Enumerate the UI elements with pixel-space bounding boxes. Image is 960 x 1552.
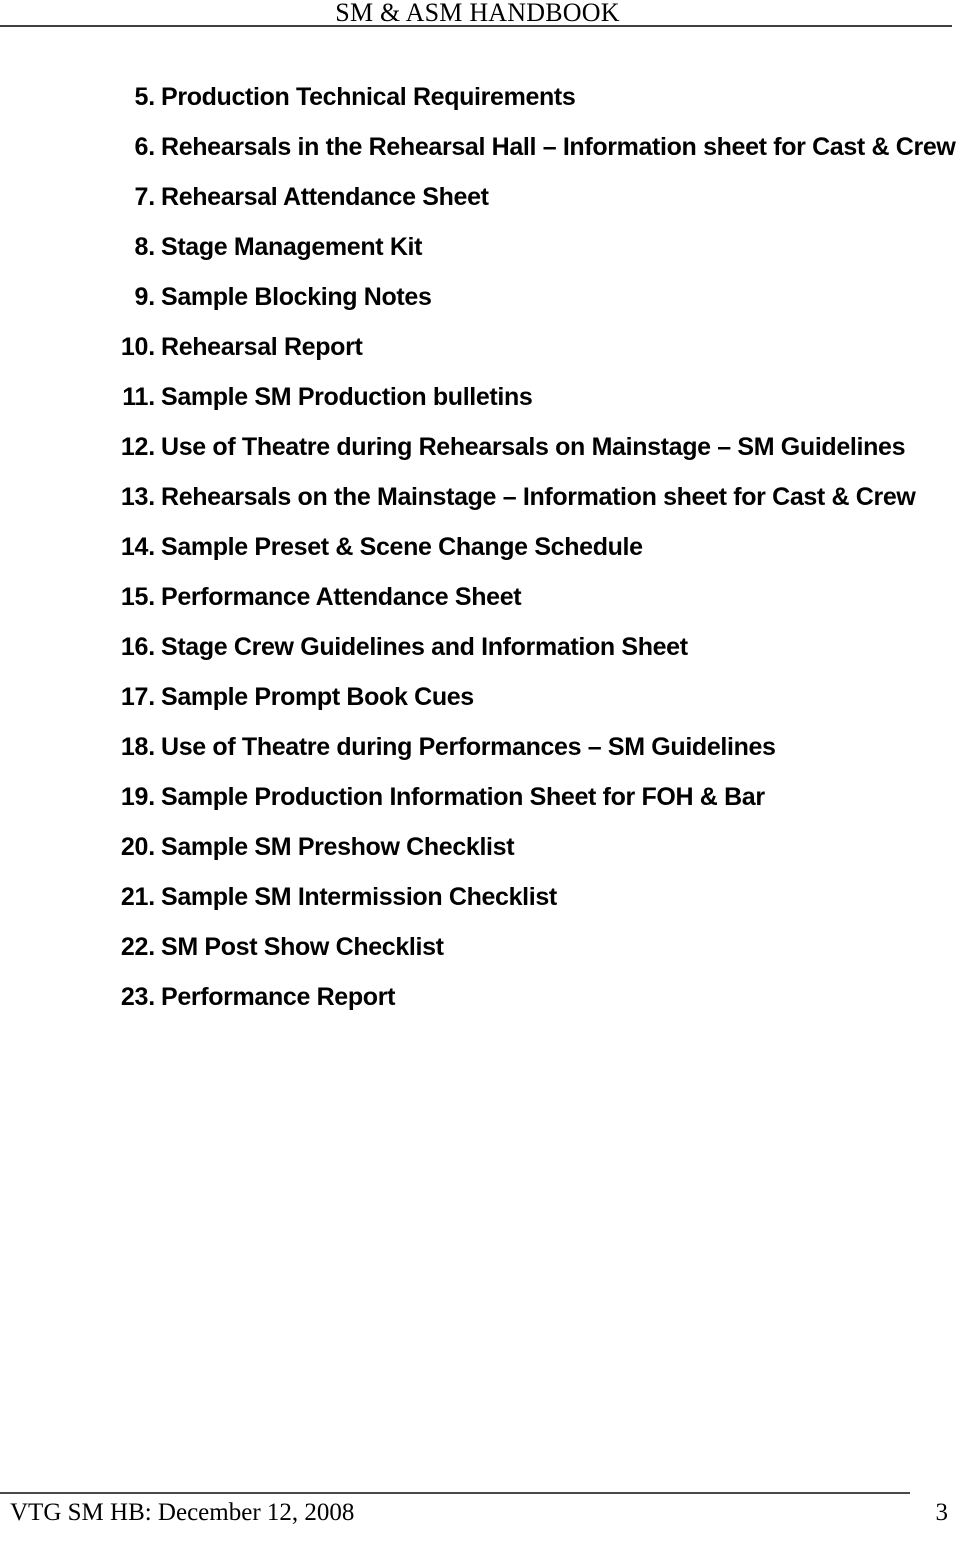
toc-entry: 10. Rehearsal Report (0, 322, 960, 372)
toc-entry-label: Rehearsal Report (161, 333, 363, 361)
toc-entry-number: 17. (120, 683, 155, 711)
toc-entry-number: 23. (120, 983, 155, 1011)
header-title: SM & ASM HANDBOOK (335, 0, 620, 27)
footer-document-reference: VTG SM HB: December 12, 2008 (10, 1499, 355, 1526)
toc-entry-label: Sample SM Production bulletins (161, 383, 533, 411)
toc-entry-number: 7. (134, 183, 156, 211)
toc-entry-label: Stage Management Kit (161, 233, 423, 261)
toc-entry-number: 10. (120, 333, 155, 361)
toc-entry-number: 5. (134, 83, 156, 111)
toc-entry-number: 19. (120, 783, 155, 811)
toc-entry-label: Sample SM Preshow Checklist (161, 833, 515, 861)
footer-page-number: 3 (935, 1499, 949, 1526)
toc-entry-label: Sample Preset & Scene Change Schedule (161, 533, 643, 561)
toc-entry: 17. Sample Prompt Book Cues (0, 672, 960, 722)
toc-entry: 12. Use of Theatre during Rehearsals on M… (0, 422, 960, 472)
toc-entry-number: 11. (122, 383, 155, 411)
toc-entry: 18. Use of Theatre during Performances – … (0, 722, 960, 772)
toc-entry: 16. Stage Crew Guidelines and Information… (0, 622, 960, 672)
toc-entry-label: Rehearsal Attendance Sheet (161, 183, 489, 211)
toc-entry: 7. Rehearsal Attendance Sheet (0, 172, 960, 222)
toc-entry: 19. Sample Production Information Sheet f… (0, 772, 960, 822)
toc-entry: 8. Stage Management Kit (0, 222, 960, 272)
toc-entry: 21. Sample SM Intermission Checklist (0, 872, 960, 922)
toc-entry-label: Sample SM Intermission Checklist (161, 883, 557, 911)
toc-entry-number: 14. (120, 533, 155, 561)
header-divider (0, 25, 952, 27)
toc-entry: 5. Production Technical Requirements (0, 72, 960, 122)
toc-entry-number: 18. (120, 733, 155, 761)
toc-entry-label: Sample Prompt Book Cues (161, 683, 474, 711)
toc-entry-number: 9. (134, 283, 156, 311)
footer-divider (0, 1492, 910, 1494)
toc-entry: 20. Sample SM Preshow Checklist (0, 822, 960, 872)
toc-entry-label: Sample Production Information Sheet for … (161, 783, 765, 811)
page-header: SM & ASM HANDBOOK (0, 0, 960, 30)
toc-entry-number: 12. (120, 433, 155, 461)
table-of-contents-list: 5. Production Technical Requirements 6. Reh… (0, 72, 960, 1022)
page-footer: VTG SM HB: December 12, 2008 3 (0, 1492, 960, 1552)
toc-entry-label: Stage Crew Guidelines and Information Sh… (161, 633, 688, 661)
toc-entry: 9. Sample Blocking Notes (0, 272, 960, 322)
toc-entry-label: Sample Blocking Notes (161, 283, 432, 311)
toc-entry: 15. Performance Attendance Sheet (0, 572, 960, 622)
toc-entry-number: 16. (120, 633, 155, 661)
toc-entry-number: 8. (134, 233, 156, 261)
toc-entry: 13. Rehearsals on the Mainstage – Informa… (0, 472, 960, 522)
toc-entry: 11. Sample SM Production bulletins (0, 372, 960, 422)
toc-entry-label: Performance Report (161, 983, 396, 1011)
toc-entry-label: Rehearsals in the Rehearsal Hall – Infor… (161, 133, 956, 161)
toc-entry-number: 13. (120, 483, 155, 511)
toc-entry-label: SM Post Show Checklist (161, 933, 444, 961)
toc-entry-number: 22. (120, 933, 155, 961)
toc-entry: 23. Performance Report (0, 972, 960, 1022)
toc-entry-number: 20. (120, 833, 155, 861)
toc-entry-number: 21. (120, 883, 155, 911)
toc-entry: 6. Rehearsals in the Rehearsal Hall – Inf… (0, 122, 960, 172)
toc-entry: 14. Sample Preset & Scene Change Schedule (0, 522, 960, 572)
toc-entry-label: Production Technical Requirements (161, 83, 576, 111)
toc-entry-number: 15. (120, 583, 155, 611)
toc-entry-label: Rehearsals on the Mainstage – Informatio… (161, 483, 916, 511)
toc-entry-label: Performance Attendance Sheet (161, 583, 522, 611)
toc-entry-number: 6. (134, 133, 156, 161)
toc-entry: 22. SM Post Show Checklist (0, 922, 960, 972)
toc-entry-label: Use of Theatre during Rehearsals on Main… (161, 433, 906, 461)
toc-entry-label: Use of Theatre during Performances – SM … (161, 733, 776, 761)
document-page: SM & ASM HANDBOOK 5. Production Technical… (0, 0, 960, 1552)
